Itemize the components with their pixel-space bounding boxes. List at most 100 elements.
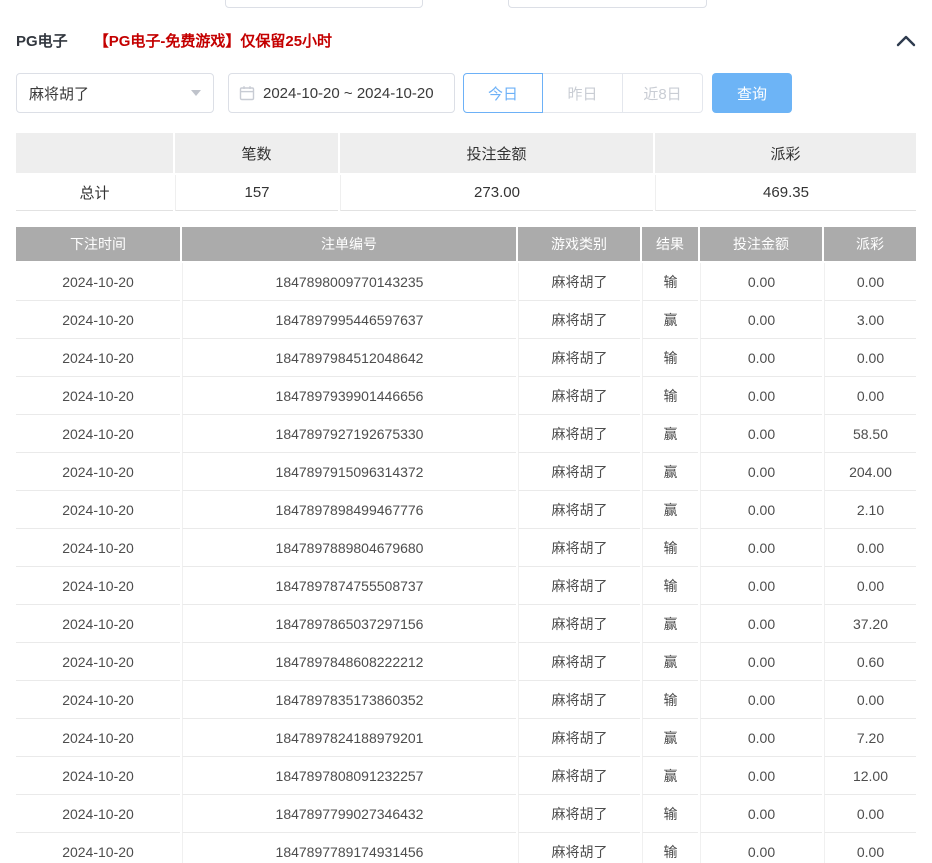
truncated-input-right[interactable] [508, 0, 707, 8]
cell-payout: 0.60 [824, 643, 916, 681]
date-range-input[interactable]: 2024-10-20 ~ 2024-10-20 [228, 73, 455, 113]
cell-game-type: 麻将胡了 [518, 567, 640, 605]
cell-bet-amount: 0.00 [700, 453, 822, 491]
section-title: PG电子 [16, 30, 68, 51]
game-select[interactable]: 麻将胡了 [16, 73, 214, 113]
cell-order-id: 1847897824188979201 [182, 719, 516, 757]
table-row: 2024-10-20 1847897995446597637 麻将胡了 赢 0.… [16, 301, 916, 339]
summary-header-payout: 派彩 [655, 133, 916, 173]
cell-bet-time: 2024-10-20 [16, 377, 180, 415]
bet-table-header: 下注时间 注单编号 游戏类别 结果 投注金额 派彩 [16, 227, 916, 261]
search-button[interactable]: 查询 [712, 73, 792, 113]
cell-bet-amount: 0.00 [700, 719, 822, 757]
table-row: 2024-10-20 1847897939901446656 麻将胡了 输 0.… [16, 377, 916, 415]
table-row: 2024-10-20 1847897889804679680 麻将胡了 输 0.… [16, 529, 916, 567]
cell-bet-time: 2024-10-20 [16, 757, 180, 795]
cell-game-type: 麻将胡了 [518, 529, 640, 567]
cell-game-type: 麻将胡了 [518, 795, 640, 833]
summary-table: 笔数 投注金额 派彩 总计 157 273.00 469.35 [16, 133, 916, 211]
cell-order-id: 1847898009770143235 [182, 263, 516, 301]
cell-bet-amount: 0.00 [700, 301, 822, 339]
bet-table: 下注时间 注单编号 游戏类别 结果 投注金额 派彩 2024-10-20 184… [16, 227, 916, 863]
summary-total-label: 总计 [16, 175, 173, 211]
cell-bet-amount: 0.00 [700, 795, 822, 833]
cell-bet-time: 2024-10-20 [16, 605, 180, 643]
cell-payout: 37.20 [824, 605, 916, 643]
cell-order-id: 1847897889804679680 [182, 529, 516, 567]
filter-bar: 麻将胡了 2024-10-20 ~ 2024-10-20 今日 昨日 近8日 查… [16, 73, 916, 113]
cell-order-id: 1847897898499467776 [182, 491, 516, 529]
cell-result: 输 [642, 833, 698, 863]
cell-game-type: 麻将胡了 [518, 757, 640, 795]
quick-range-today[interactable]: 今日 [463, 73, 543, 113]
cell-game-type: 麻将胡了 [518, 681, 640, 719]
cell-order-id: 1847897835173860352 [182, 681, 516, 719]
cell-order-id: 1847897808091232257 [182, 757, 516, 795]
table-row: 2024-10-20 1847897874755508737 麻将胡了 输 0.… [16, 567, 916, 605]
cell-result: 赢 [642, 415, 698, 453]
table-row: 2024-10-20 1847897848608222212 麻将胡了 赢 0.… [16, 643, 916, 681]
cell-result: 赢 [642, 301, 698, 339]
cell-payout: 204.00 [824, 453, 916, 491]
cell-bet-time: 2024-10-20 [16, 567, 180, 605]
table-row: 2024-10-20 1847897915096314372 麻将胡了 赢 0.… [16, 453, 916, 491]
cell-payout: 2.10 [824, 491, 916, 529]
collapse-button[interactable] [896, 35, 916, 47]
date-range-value: 2024-10-20 ~ 2024-10-20 [263, 85, 434, 102]
cell-bet-amount: 0.00 [700, 415, 822, 453]
col-header-result: 结果 [642, 227, 698, 261]
cell-bet-time: 2024-10-20 [16, 301, 180, 339]
table-row: 2024-10-20 1847897789174931456 麻将胡了 输 0.… [16, 833, 916, 863]
truncated-input-left[interactable] [225, 0, 423, 8]
summary-header-bet: 投注金额 [340, 133, 653, 173]
table-row: 2024-10-20 1847897808091232257 麻将胡了 赢 0.… [16, 757, 916, 795]
cell-order-id: 1847897874755508737 [182, 567, 516, 605]
summary-header-blank [16, 133, 173, 173]
game-select-value: 麻将胡了 [29, 83, 89, 104]
cell-bet-time: 2024-10-20 [16, 339, 180, 377]
cell-bet-amount: 0.00 [700, 681, 822, 719]
cell-result: 输 [642, 339, 698, 377]
cell-bet-amount: 0.00 [700, 491, 822, 529]
cell-bet-amount: 0.00 [700, 339, 822, 377]
cell-game-type: 麻将胡了 [518, 263, 640, 301]
caret-down-icon [191, 90, 201, 96]
col-header-bet-time: 下注时间 [16, 227, 180, 261]
cell-game-type: 麻将胡了 [518, 377, 640, 415]
cell-bet-amount: 0.00 [700, 567, 822, 605]
col-header-game-type: 游戏类别 [518, 227, 640, 261]
cell-bet-amount: 0.00 [700, 757, 822, 795]
quick-range-last8days[interactable]: 近8日 [623, 73, 703, 113]
cell-bet-amount: 0.00 [700, 377, 822, 415]
cell-bet-amount: 0.00 [700, 605, 822, 643]
cell-result: 赢 [642, 643, 698, 681]
quick-range-yesterday[interactable]: 昨日 [543, 73, 623, 113]
cell-result: 赢 [642, 605, 698, 643]
summary-header-count: 笔数 [175, 133, 338, 173]
cell-order-id: 1847897915096314372 [182, 453, 516, 491]
cell-payout: 0.00 [824, 377, 916, 415]
cell-order-id: 1847897939901446656 [182, 377, 516, 415]
cell-game-type: 麻将胡了 [518, 719, 640, 757]
cell-order-id: 1847897848608222212 [182, 643, 516, 681]
cell-bet-time: 2024-10-20 [16, 833, 180, 863]
cell-payout: 0.00 [824, 263, 916, 301]
cell-result: 赢 [642, 719, 698, 757]
cell-bet-time: 2024-10-20 [16, 453, 180, 491]
cell-order-id: 1847897799027346432 [182, 795, 516, 833]
table-row: 2024-10-20 1847897865037297156 麻将胡了 赢 0.… [16, 605, 916, 643]
cell-bet-time: 2024-10-20 [16, 263, 180, 301]
cell-payout: 3.00 [824, 301, 916, 339]
cell-result: 赢 [642, 757, 698, 795]
cell-payout: 0.00 [824, 681, 916, 719]
cell-result: 赢 [642, 491, 698, 529]
cell-payout: 0.00 [824, 567, 916, 605]
cell-payout: 0.00 [824, 795, 916, 833]
cell-bet-time: 2024-10-20 [16, 719, 180, 757]
summary-payout-value: 469.35 [655, 175, 916, 211]
cell-result: 输 [642, 263, 698, 301]
cell-bet-amount: 0.00 [700, 643, 822, 681]
cell-result: 输 [642, 529, 698, 567]
table-row: 2024-10-20 1847897984512048642 麻将胡了 输 0.… [16, 339, 916, 377]
cell-payout: 12.00 [824, 757, 916, 795]
